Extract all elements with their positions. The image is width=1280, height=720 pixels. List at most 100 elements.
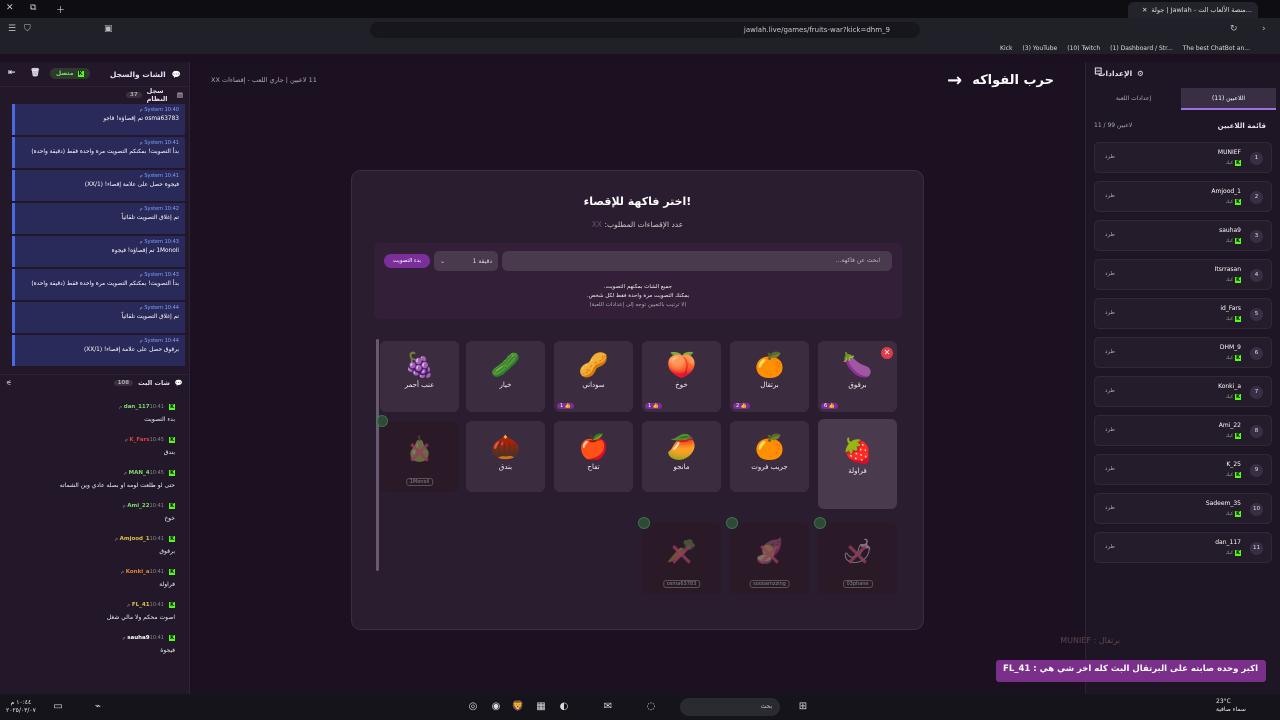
screenshot-icon[interactable]: ▣ [104, 24, 113, 34]
kick-player-button[interactable]: طرد [1105, 544, 1115, 550]
edge-icon[interactable]: ◌ [643, 699, 659, 715]
bookmark-kick[interactable]: Kick [1000, 45, 1012, 52]
kick-badge-icon: K [169, 536, 175, 542]
system-log-header[interactable]: 37 سجل النظام ▤ [0, 86, 189, 103]
chat-message: KKonki_a10:41 م فراولة [0, 555, 189, 588]
game-title: حرب الفواكه [972, 73, 1054, 88]
tab-game-settings[interactable]: إعدادات اللعبة [1086, 88, 1181, 110]
chat-log-panel: ⇤ 🗑 متصل K الشات والسجل 💬 37 سجل النظام … [0, 62, 190, 694]
collapse-icon[interactable]: ⇤ [8, 68, 16, 78]
tab-close-icon[interactable]: ✕ [1142, 6, 1147, 14]
forward-icon[interactable]: › [1262, 24, 1266, 34]
kick-player-button[interactable]: طرد [1105, 310, 1115, 316]
trash-icon[interactable]: 🗑 [30, 68, 40, 77]
fruit-grid-scrollbar[interactable] [376, 339, 379, 571]
back-arrow-icon[interactable]: → [947, 70, 962, 91]
settings-panel: ⚙ الإعدادات ⊟ إعدادات اللعبة اللاعبين (1… [1085, 62, 1280, 694]
fruit-card[interactable]: 🍎 تفاح [554, 421, 633, 492]
kick-player-button[interactable]: طرد [1105, 193, 1115, 199]
fruit-card[interactable]: 🍓 فراولة [818, 419, 897, 509]
bookmark-youtube[interactable]: (3) YouTube [1022, 45, 1057, 52]
excel-icon[interactable]: ▦ [533, 699, 549, 715]
reload-icon[interactable]: ↻ [1230, 24, 1238, 34]
player-platform: Kكيك [1225, 511, 1241, 517]
fruit-card[interactable]: 🌰 بندق [466, 421, 545, 492]
player-platform: Kكيك [1225, 394, 1241, 400]
vote-count-badge: 6 👍 [821, 403, 839, 409]
chat-username[interactable]: Amjood_1 [120, 536, 150, 542]
fruit-card[interactable]: 🍇 عنب أحمر [380, 341, 459, 412]
notification-icon[interactable]: ▭ [50, 699, 66, 715]
brave-icon[interactable]: 🦁 [510, 699, 526, 715]
system-log-item: System 10:44 م برقوق حصل على علامة إقصاء!… [12, 335, 185, 366]
address-bar[interactable]: jawlah.live/games/fruits-war?kick=dhm_9 [370, 22, 920, 38]
kick-player-button[interactable]: طرد [1105, 349, 1115, 355]
fruit-card[interactable]: 🍊 جريب فروت [730, 421, 809, 492]
chat-username[interactable]: Ami_22 [127, 503, 149, 509]
menu-icon[interactable]: ☰ [8, 24, 16, 34]
stream-chat-header[interactable]: ⚟ 108 شات البث 💬 [0, 374, 189, 390]
system-log-text: تم إغلاق التصويت تلقائياً [121, 215, 179, 221]
chat-text: فراولة [159, 581, 175, 588]
duration-select[interactable]: ⌄ 1 دقيقة [434, 251, 498, 271]
taskbar-clock[interactable]: ١٠:٤٤ م ٢٠٢٥/٠٣/٠٧ [6, 699, 36, 715]
chat-text: بندق [163, 449, 175, 456]
kick-player-button[interactable]: طرد [1105, 154, 1115, 160]
kick-player-button[interactable]: طرد [1105, 232, 1115, 238]
network-icon[interactable]: ⌁ [90, 699, 106, 715]
fruit-card[interactable]: 🥜 سوداني 1 👍 [554, 341, 633, 412]
active-tab[interactable]: ✕ جولة | Jawlah - منصة الألعاب الت... [1128, 2, 1258, 18]
system-log-item: System 10:43 م بدأ التصويت! بمكنكم التصوي… [12, 269, 185, 300]
remove-fruit-icon[interactable]: ✕ [881, 347, 893, 359]
player-row: 8 Ami_22 Kكيك طرد [1094, 415, 1272, 446]
chat-text: حتى لو طلعت لومه او بصله عادي وين الشمات… [59, 482, 175, 489]
chat-message: KAmjood_110:41 م برقوق [0, 522, 189, 555]
fruit-search-input[interactable]: ابحث عن فاكهة... [502, 251, 892, 271]
fruit-card[interactable]: 🍊 برتقال 2 👍 [730, 341, 809, 412]
kick-badge-icon: K [169, 437, 175, 443]
player-number: 3 [1250, 230, 1263, 243]
tabs-icon[interactable]: ⧉ [30, 3, 36, 13]
windows-icon[interactable]: ⊞ [795, 699, 811, 715]
chat-username[interactable]: dan_117 [124, 404, 150, 410]
fruit-card[interactable]: 🥭 مانجو [642, 421, 721, 492]
weather-widget[interactable]: 23°C سماء صافية [1216, 698, 1246, 714]
game-area: 11 لاعبين | جاري اللعب - إقصاءات XX حرب … [191, 62, 1084, 694]
close-window-icon[interactable]: ✕ [6, 3, 14, 13]
fruit-name: خيار [499, 381, 512, 389]
kick-player-button[interactable]: طرد [1105, 466, 1115, 472]
sidebar-toggle-icon[interactable]: ⊟ [1094, 66, 1102, 77]
fruit-card[interactable]: 🍆 برقوق 6 👍 ✕ [818, 341, 897, 412]
obs-icon[interactable]: ◉ [488, 699, 504, 715]
player-platform: Kكيك [1225, 277, 1241, 283]
discord-icon[interactable]: ◐ [556, 699, 572, 715]
filter-icon[interactable]: ⚟ [6, 379, 12, 387]
fruit-card[interactable]: 🥒 خيار [466, 341, 545, 412]
tab-players[interactable]: اللاعبين (11) [1181, 88, 1276, 110]
chat-username[interactable]: sauha9 [127, 635, 149, 641]
kick-player-button[interactable]: طرد [1105, 505, 1115, 511]
bookmarks-bar: Kick (3) YouTube (10) Twitch (1) Dashboa… [0, 42, 1280, 54]
players-count: 11 / 99 لاعبين [1094, 122, 1133, 129]
mail-icon[interactable]: ✉ [600, 699, 616, 715]
system-log-meta: System 10:41 م [139, 173, 179, 179]
player-row: 10 Sadeem_35 Kكيك طرد [1094, 493, 1272, 524]
shield-icon[interactable]: ⛉ [24, 24, 31, 34]
start-vote-button[interactable]: بدء التصويت [384, 254, 430, 268]
chat-username[interactable]: K_Fars [129, 437, 149, 443]
kick-player-button[interactable]: طرد [1105, 388, 1115, 394]
bookmark-twitch[interactable]: (10) Twitch [1067, 45, 1100, 52]
chat-username[interactable]: FL_41 [132, 602, 150, 608]
chat-username[interactable]: Konki_a [126, 569, 150, 575]
player-number: 8 [1250, 425, 1263, 438]
chat-username[interactable]: MAN_4 [129, 470, 150, 476]
kick-player-button[interactable]: طرد [1105, 427, 1115, 433]
bookmark-chatbot[interactable]: The best ChatBot an... [1183, 45, 1250, 52]
new-tab-icon[interactable]: ＋ [56, 3, 65, 16]
fruit-name: سوداني [582, 381, 605, 389]
taskbar-search[interactable]: بحث [680, 698, 780, 716]
steam-icon[interactable]: ◎ [465, 699, 481, 715]
kick-player-button[interactable]: طرد [1105, 271, 1115, 277]
fruit-card[interactable]: 🍑 خوخ 1 👍 [642, 341, 721, 412]
bookmark-dashboard[interactable]: (1) Dashboard / Str... [1110, 45, 1173, 52]
